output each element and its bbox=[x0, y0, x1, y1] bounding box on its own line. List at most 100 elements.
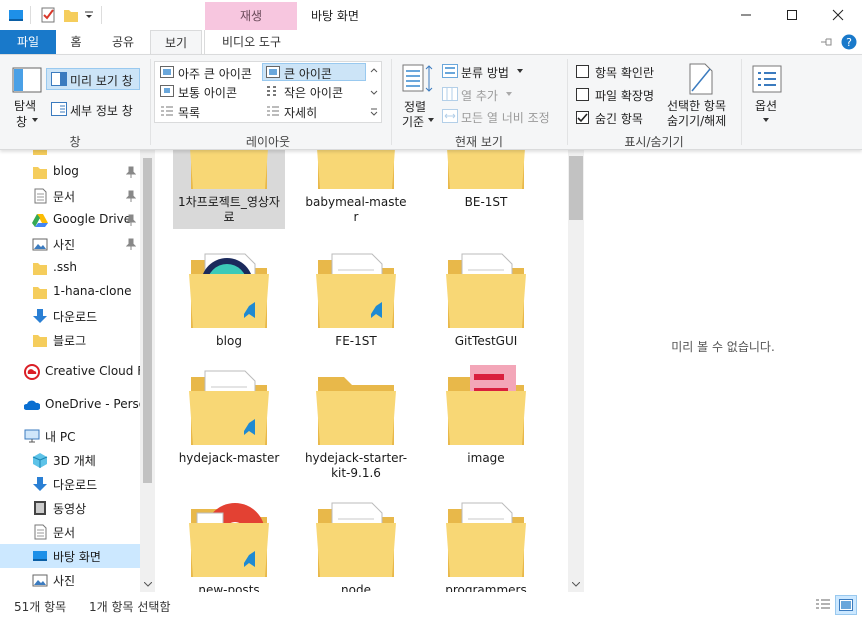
nav-item-desktop[interactable]: 바탕 화면 bbox=[0, 544, 140, 568]
scroll-down-icon[interactable] bbox=[572, 582, 580, 588]
folder-item[interactable]: BE-1ST bbox=[430, 150, 542, 215]
nav-item-hana-clone[interactable]: 1-hana-clone bbox=[0, 280, 140, 304]
nav-pane-label-2[interactable]: 창 bbox=[16, 113, 27, 130]
download-icon bbox=[33, 477, 47, 491]
file-extensions-checkbox[interactable] bbox=[576, 88, 589, 101]
minimize-button[interactable] bbox=[723, 0, 769, 30]
maximize-button[interactable] bbox=[769, 0, 815, 30]
layout-option[interactable]: 자세히 bbox=[284, 104, 317, 121]
group-by-icon[interactable] bbox=[442, 64, 458, 78]
properties-icon[interactable] bbox=[40, 6, 56, 24]
folder-item[interactable]: hydejack-master bbox=[173, 365, 285, 471]
large-icons-view-button[interactable] bbox=[835, 595, 857, 615]
nav-item-downloads-pc[interactable]: 다운로드 bbox=[0, 472, 140, 496]
tab-view[interactable]: 보기 bbox=[150, 30, 202, 54]
tab-home[interactable]: 홈 bbox=[60, 30, 92, 54]
layout-option[interactable]: 작은 아이콘 bbox=[284, 84, 343, 101]
item-checkboxes-checkbox[interactable] bbox=[576, 65, 589, 78]
nav-item-ssh[interactable]: .ssh bbox=[0, 256, 140, 280]
tab-share[interactable]: 공유 bbox=[104, 30, 142, 54]
pin-icon[interactable] bbox=[126, 190, 136, 202]
layout-option[interactable]: 큰 아이콘 bbox=[284, 65, 332, 82]
file-extensions-label[interactable]: 파일 확장명 bbox=[595, 87, 654, 104]
nav-scrollbar[interactable] bbox=[140, 150, 155, 592]
nav-item-3d-objects[interactable]: 3D 개체 bbox=[0, 448, 140, 472]
hide-selected-label-2[interactable]: 숨기기/해제 bbox=[667, 112, 726, 129]
gallery-scroll-icon[interactable] bbox=[370, 67, 378, 117]
hidden-items-label[interactable]: 숨긴 항목 bbox=[595, 110, 643, 127]
nav-item-pictures[interactable]: 사진 bbox=[0, 232, 140, 256]
pin-icon[interactable] bbox=[126, 238, 136, 250]
folder-item[interactable]: new-posts bbox=[173, 497, 285, 592]
folder-icon bbox=[33, 150, 47, 155]
options-icon[interactable] bbox=[752, 65, 782, 93]
folder-item-label: programmers bbox=[445, 583, 527, 592]
folder-item[interactable]: babymeal-master bbox=[300, 150, 412, 229]
medium-icons-icon bbox=[160, 85, 174, 97]
ribbon-tabs: 파일 홈 공유 보기 비디오 도구 ? bbox=[0, 30, 862, 54]
customize-toolbar-icon[interactable] bbox=[84, 10, 94, 20]
nav-scrollbar-thumb[interactable] bbox=[143, 158, 152, 483]
content-scrollbar[interactable] bbox=[568, 150, 584, 592]
group-by-label[interactable]: 분류 방법 bbox=[461, 64, 509, 81]
pin-icon[interactable] bbox=[126, 166, 136, 178]
help-icon[interactable]: ? bbox=[841, 34, 857, 50]
list-icon bbox=[161, 106, 173, 116]
layout-option[interactable]: 보통 아이콘 bbox=[178, 84, 237, 101]
nav-item-creative-cloud[interactable]: Creative Cloud Fil bbox=[0, 360, 150, 384]
folder-item[interactable]: hydejack-starter-kit-9.1.6 bbox=[300, 365, 412, 485]
nav-item-label: 다운로드 bbox=[53, 310, 98, 324]
nav-item-label: OneDrive - Person bbox=[45, 397, 154, 411]
nav-item-documents-pc[interactable]: 문서 bbox=[0, 520, 140, 544]
folder-item[interactable]: blog bbox=[173, 248, 285, 354]
sort-by-icon[interactable] bbox=[402, 63, 434, 95]
dropdown-arrow-icon bbox=[32, 118, 38, 122]
folder-item[interactable]: image bbox=[430, 365, 542, 471]
tab-file[interactable]: 파일 bbox=[0, 30, 56, 54]
tab-video-tools[interactable]: 비디오 도구 bbox=[204, 30, 298, 54]
sort-by-label-2[interactable]: 기준 bbox=[402, 113, 424, 130]
nav-item-google-drive[interactable]: Google Drive bbox=[0, 208, 140, 232]
hide-selected-icon[interactable] bbox=[688, 63, 714, 95]
nav-item-label: 사진 bbox=[53, 238, 76, 252]
folder-item[interactable]: {} FE-1ST bbox=[300, 248, 412, 354]
details-pane-icon[interactable] bbox=[51, 102, 67, 116]
new-folder-icon[interactable] bbox=[63, 6, 79, 24]
folder-icon bbox=[316, 377, 396, 445]
pin-icon[interactable] bbox=[126, 214, 136, 226]
folder-item-label: GitTestGUI bbox=[454, 334, 518, 348]
nav-pane-label[interactable]: 탐색 bbox=[14, 97, 36, 114]
close-button[interactable] bbox=[815, 0, 861, 30]
folder-item[interactable]: programmers bbox=[430, 497, 542, 592]
nav-item-this-pc[interactable]: 내 PC bbox=[0, 424, 140, 448]
nav-item-blog-kr[interactable]: 블로그 bbox=[0, 328, 140, 352]
document-folder-icon bbox=[34, 524, 47, 540]
details-pane-label[interactable]: 세부 정보 창 bbox=[70, 102, 133, 119]
layout-option[interactable]: 목록 bbox=[178, 104, 200, 121]
nav-item-blog[interactable]: blog bbox=[0, 160, 140, 184]
details-view-icon[interactable] bbox=[815, 598, 831, 612]
navigation-pane-icon[interactable] bbox=[12, 67, 42, 93]
nav-item-pictures-pc[interactable]: 사진 bbox=[0, 568, 140, 592]
folder-thumbnail-icon bbox=[316, 502, 396, 577]
layout-option[interactable]: 아주 큰 아이콘 bbox=[178, 65, 252, 82]
folder-item[interactable]: 1차프로젝트_영상자료 bbox=[173, 150, 285, 229]
nav-item-documents[interactable]: 문서 bbox=[0, 184, 140, 208]
scroll-down-icon[interactable] bbox=[144, 582, 152, 588]
nav-item-label: 동영상 bbox=[53, 502, 87, 516]
folder-item-label: BE-1ST bbox=[464, 195, 508, 209]
folder-item[interactable]: node bbox=[300, 497, 412, 592]
hidden-items-checkbox[interactable] bbox=[576, 111, 589, 124]
nav-item-videos[interactable]: 동영상 bbox=[0, 496, 140, 520]
nav-item-partial[interactable] bbox=[0, 150, 140, 160]
item-checkboxes-label[interactable]: 항목 확인란 bbox=[595, 64, 654, 81]
options-label[interactable]: 옵션 bbox=[755, 97, 777, 114]
content-scrollbar-thumb[interactable] bbox=[569, 156, 583, 220]
desktop-window-icon[interactable] bbox=[8, 7, 24, 23]
nav-item-label: 내 PC bbox=[45, 430, 76, 444]
nav-item-downloads[interactable]: 다운로드 bbox=[0, 304, 140, 328]
pin-ribbon-icon[interactable] bbox=[820, 36, 834, 48]
nav-item-onedrive[interactable]: OneDrive - Person bbox=[0, 393, 154, 417]
folder-item[interactable]: GitTestGUI bbox=[430, 248, 542, 354]
folder-thumbnail-icon bbox=[446, 502, 526, 577]
